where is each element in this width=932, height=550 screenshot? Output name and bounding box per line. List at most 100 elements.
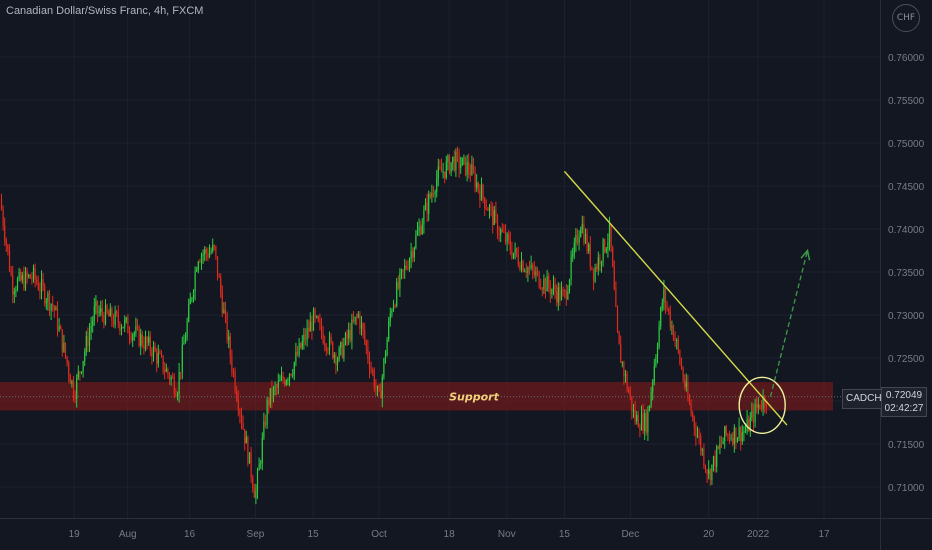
candle-body <box>480 185 483 201</box>
candle-body <box>389 313 391 322</box>
candle-body <box>167 368 169 375</box>
candle-body <box>156 351 158 364</box>
candle-body <box>95 301 97 307</box>
candle-body <box>367 346 369 359</box>
candle-body <box>15 289 17 292</box>
candle-body <box>546 276 548 292</box>
candle-body <box>130 336 132 341</box>
candle-body <box>602 239 604 262</box>
candle-body <box>530 264 532 269</box>
candle-body <box>466 161 468 175</box>
candle-body <box>420 226 422 234</box>
candle-body <box>208 252 211 258</box>
candle-body <box>122 326 124 328</box>
candle-body <box>524 271 526 273</box>
candle-body <box>448 156 451 173</box>
time-tick-label: Aug <box>119 529 137 540</box>
candle-body <box>365 341 367 347</box>
candle-body <box>591 266 593 269</box>
candle-body <box>426 202 428 214</box>
candle-body <box>415 234 417 248</box>
price-chart[interactable]: Support 0.710000.715000.720000.725000.73… <box>0 0 932 550</box>
candle-body <box>64 342 67 357</box>
candle-body <box>252 477 254 489</box>
candle-body <box>594 267 596 282</box>
candle-body <box>468 161 470 172</box>
time-tick-label: 17 <box>818 529 830 540</box>
candle-body <box>564 290 566 292</box>
candle-body <box>661 302 663 308</box>
candle-body <box>666 304 668 309</box>
candle-body <box>159 353 161 355</box>
candle-body <box>336 360 339 366</box>
price-tick-label: 0.75500 <box>888 96 925 107</box>
price-axis[interactable]: 0.710000.715000.720000.725000.730000.735… <box>888 53 925 494</box>
candle-body <box>658 326 660 347</box>
candle-body <box>260 462 262 465</box>
candle-body <box>135 326 137 334</box>
candle-body <box>287 379 289 381</box>
time-tick-label: 15 <box>308 529 320 540</box>
candle-body <box>640 413 643 430</box>
candle-body <box>72 380 75 398</box>
candle-body <box>31 278 33 280</box>
candle-body <box>34 267 36 280</box>
candle-body <box>376 385 379 389</box>
candle-body <box>647 410 649 433</box>
candle-body <box>548 276 550 287</box>
candle-body <box>274 386 276 388</box>
candle-body <box>250 452 252 478</box>
candle-body <box>618 331 620 345</box>
candle-body <box>428 194 430 214</box>
time-tick-label: Nov <box>498 529 516 540</box>
time-tick-label: 19 <box>69 529 81 540</box>
candle-body <box>207 253 209 258</box>
candle-body <box>511 250 513 258</box>
candle-body <box>319 321 321 323</box>
candle-body <box>125 317 127 320</box>
candle-body <box>322 333 324 344</box>
candle-body <box>330 336 332 343</box>
candle-body <box>109 308 111 317</box>
currency-badge[interactable]: CHF <box>892 4 920 32</box>
candle-body <box>8 250 11 271</box>
candle-body <box>264 421 267 426</box>
candle-body <box>573 242 575 254</box>
candle-body <box>719 443 721 449</box>
candle-body <box>397 282 399 288</box>
candle-body <box>493 210 495 226</box>
candle-body <box>728 435 731 440</box>
candle-body <box>637 414 639 428</box>
candle-body <box>464 156 467 175</box>
candle-body <box>196 270 198 272</box>
time-axis[interactable]: 19 Aug 16 Sep 15 Oct 18 Nov 15 Dec 20 2022 17 <box>69 529 830 540</box>
candle-body <box>736 437 739 443</box>
candle-body <box>735 427 737 443</box>
candle-body <box>324 343 326 345</box>
candle-body <box>16 279 19 290</box>
candle-body <box>458 154 460 169</box>
candle-body <box>36 279 38 283</box>
candle-body <box>636 414 638 422</box>
candle-body <box>80 371 83 373</box>
candle-body <box>197 262 199 271</box>
candle-body <box>439 166 441 168</box>
candle-body <box>509 239 511 251</box>
candle-body <box>266 400 268 426</box>
bar-countdown: 02:42:27 <box>884 403 924 414</box>
candle-body <box>277 381 279 388</box>
chart-title: Canadian Dollar/Swiss Franc, 4h, FXCM <box>6 5 204 17</box>
projection-arrowhead <box>800 248 811 261</box>
candle-body <box>301 341 303 349</box>
candle-body <box>357 313 359 317</box>
candle-body <box>724 426 726 442</box>
candle-body <box>290 374 292 376</box>
candle-body <box>212 245 214 252</box>
candle-body <box>309 321 311 332</box>
candle-body <box>328 336 331 351</box>
candle-body <box>45 301 47 304</box>
candle-body <box>592 268 595 282</box>
candle-body <box>434 192 436 195</box>
candle-body <box>132 334 134 341</box>
candle-body <box>559 287 561 300</box>
